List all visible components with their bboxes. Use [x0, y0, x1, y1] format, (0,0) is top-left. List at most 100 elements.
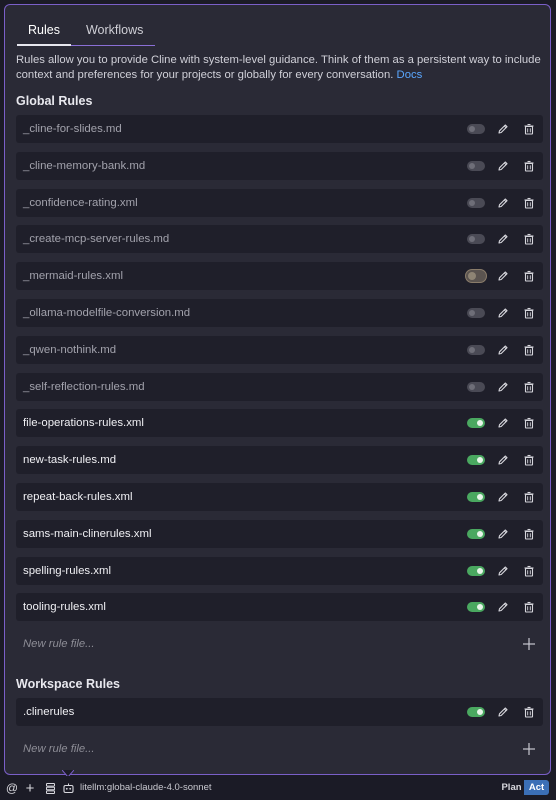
rule-name[interactable]: new-task-rules.md [23, 454, 116, 466]
rule-toggle[interactable] [467, 602, 485, 613]
pencil-icon [498, 124, 508, 134]
server-icon[interactable] [44, 781, 56, 795]
new-rule-input[interactable] [16, 734, 506, 763]
new-rule-row [16, 630, 543, 659]
rule-toggle[interactable] [467, 707, 485, 717]
rule-name[interactable]: spelling-rules.xml [23, 565, 111, 577]
delete-rule-button[interactable] [521, 415, 537, 431]
trash-icon [524, 271, 534, 282]
rule-toggle[interactable] [467, 381, 485, 392]
rule-row: _self-reflection-rules.md [16, 372, 543, 401]
delete-rule-button[interactable] [521, 526, 537, 542]
delete-rule-button[interactable] [521, 489, 537, 505]
edit-rule-button[interactable] [495, 342, 511, 358]
rules-description: Rules allow you to provide Cline with sy… [16, 53, 541, 83]
edit-rule-button[interactable] [495, 121, 511, 137]
rule-name[interactable]: _cline-memory-bank.md [23, 160, 145, 172]
delete-rule-button[interactable] [521, 563, 537, 579]
rule-row: file-operations-rules.xml [16, 409, 543, 438]
edit-rule-button[interactable] [495, 415, 511, 431]
toggle-knob [477, 604, 483, 611]
rule-toggle[interactable] [467, 491, 485, 502]
rule-name[interactable]: tooling-rules.xml [23, 601, 106, 613]
toggle-knob [477, 567, 483, 574]
rule-name[interactable]: repeat-back-rules.xml [23, 491, 133, 503]
plus-icon [523, 742, 535, 755]
add-rule-button[interactable] [522, 742, 536, 756]
robot-icon[interactable] [62, 781, 74, 795]
rule-toggle[interactable] [467, 307, 485, 318]
act-mode-button[interactable]: Act [524, 780, 549, 795]
edit-rule-button[interactable] [495, 268, 511, 284]
edit-rule-button[interactable] [495, 452, 511, 468]
rule-name[interactable]: _cline-for-slides.md [23, 123, 122, 135]
edit-rule-button[interactable] [495, 489, 511, 505]
toggle-knob [477, 457, 483, 464]
rule-row: new-task-rules.md [16, 446, 543, 475]
rule-name[interactable]: sams-main-clinerules.xml [23, 528, 151, 540]
edit-rule-button[interactable] [495, 526, 511, 542]
rule-row: sams-main-clinerules.xml [16, 519, 543, 548]
global-rules-list: _cline-for-slides.md _cline-memory-bank.m… [16, 115, 543, 659]
delete-rule-button[interactable] [521, 452, 537, 468]
pencil-icon [498, 492, 508, 502]
rule-name[interactable]: _ollama-modelfile-conversion.md [23, 307, 190, 319]
delete-rule-button[interactable] [521, 342, 537, 358]
toggle-knob [469, 199, 475, 206]
pencil-icon [498, 198, 508, 208]
rule-name[interactable]: file-operations-rules.xml [23, 417, 144, 429]
tab-rules[interactable]: Rules [17, 19, 71, 46]
rule-row: _cline-for-slides.md [16, 115, 543, 143]
toggle-knob [469, 236, 475, 243]
new-rule-input[interactable] [16, 630, 506, 659]
robot-face-icon [62, 783, 74, 793]
delete-rule-button[interactable] [521, 268, 537, 284]
toggle-knob [469, 309, 475, 316]
trash-icon [524, 528, 534, 540]
rule-toggle[interactable] [467, 528, 485, 539]
rule-toggle[interactable] [465, 269, 487, 284]
rule-toggle[interactable] [467, 455, 485, 466]
workspace-rules-title: Workspace Rules [16, 677, 120, 691]
mode-switch: Plan Act [499, 780, 549, 795]
rule-toggle[interactable] [467, 160, 485, 171]
rule-name[interactable]: _self-reflection-rules.md [23, 381, 145, 393]
edit-rule-button[interactable] [495, 704, 511, 720]
edit-rule-button[interactable] [495, 231, 511, 247]
rule-toggle[interactable] [467, 197, 485, 208]
edit-rule-button[interactable] [495, 158, 511, 174]
rule-row: tooling-rules.xml [16, 593, 543, 622]
tab-workflows[interactable]: Workflows [75, 19, 154, 45]
edit-rule-button[interactable] [495, 305, 511, 321]
delete-rule-button[interactable] [521, 599, 537, 615]
pencil-icon [498, 308, 508, 318]
rule-toggle[interactable] [467, 124, 485, 134]
add-button[interactable]: + [24, 780, 36, 797]
rule-toggle[interactable] [467, 344, 485, 355]
delete-rule-button[interactable] [521, 158, 537, 174]
delete-rule-button[interactable] [521, 305, 537, 321]
rule-name[interactable]: .clinerules [23, 706, 74, 718]
docs-link[interactable]: Docs [397, 69, 423, 81]
delete-rule-button[interactable] [521, 121, 537, 137]
mention-button[interactable]: @ [6, 781, 18, 795]
add-rule-button[interactable] [522, 637, 536, 651]
edit-rule-button[interactable] [495, 379, 511, 395]
delete-rule-button[interactable] [521, 195, 537, 211]
edit-rule-button[interactable] [495, 563, 511, 579]
rule-name[interactable]: _mermaid-rules.xml [23, 270, 123, 282]
delete-rule-button[interactable] [521, 704, 537, 720]
edit-rule-button[interactable] [495, 195, 511, 211]
rule-toggle[interactable] [467, 234, 485, 245]
delete-rule-button[interactable] [521, 231, 537, 247]
rule-name[interactable]: _qwen-nothink.md [23, 344, 116, 356]
pencil-icon [498, 707, 508, 717]
delete-rule-button[interactable] [521, 379, 537, 395]
model-selector[interactable]: litellm:global-claude-4.0-sonnet [80, 782, 212, 793]
rule-name[interactable]: _confidence-rating.xml [23, 197, 138, 209]
rule-toggle[interactable] [467, 418, 485, 429]
rule-toggle[interactable] [467, 565, 485, 576]
edit-rule-button[interactable] [495, 599, 511, 615]
plan-mode-button[interactable]: Plan [499, 780, 524, 795]
rule-name[interactable]: _create-mcp-server-rules.md [23, 233, 169, 245]
